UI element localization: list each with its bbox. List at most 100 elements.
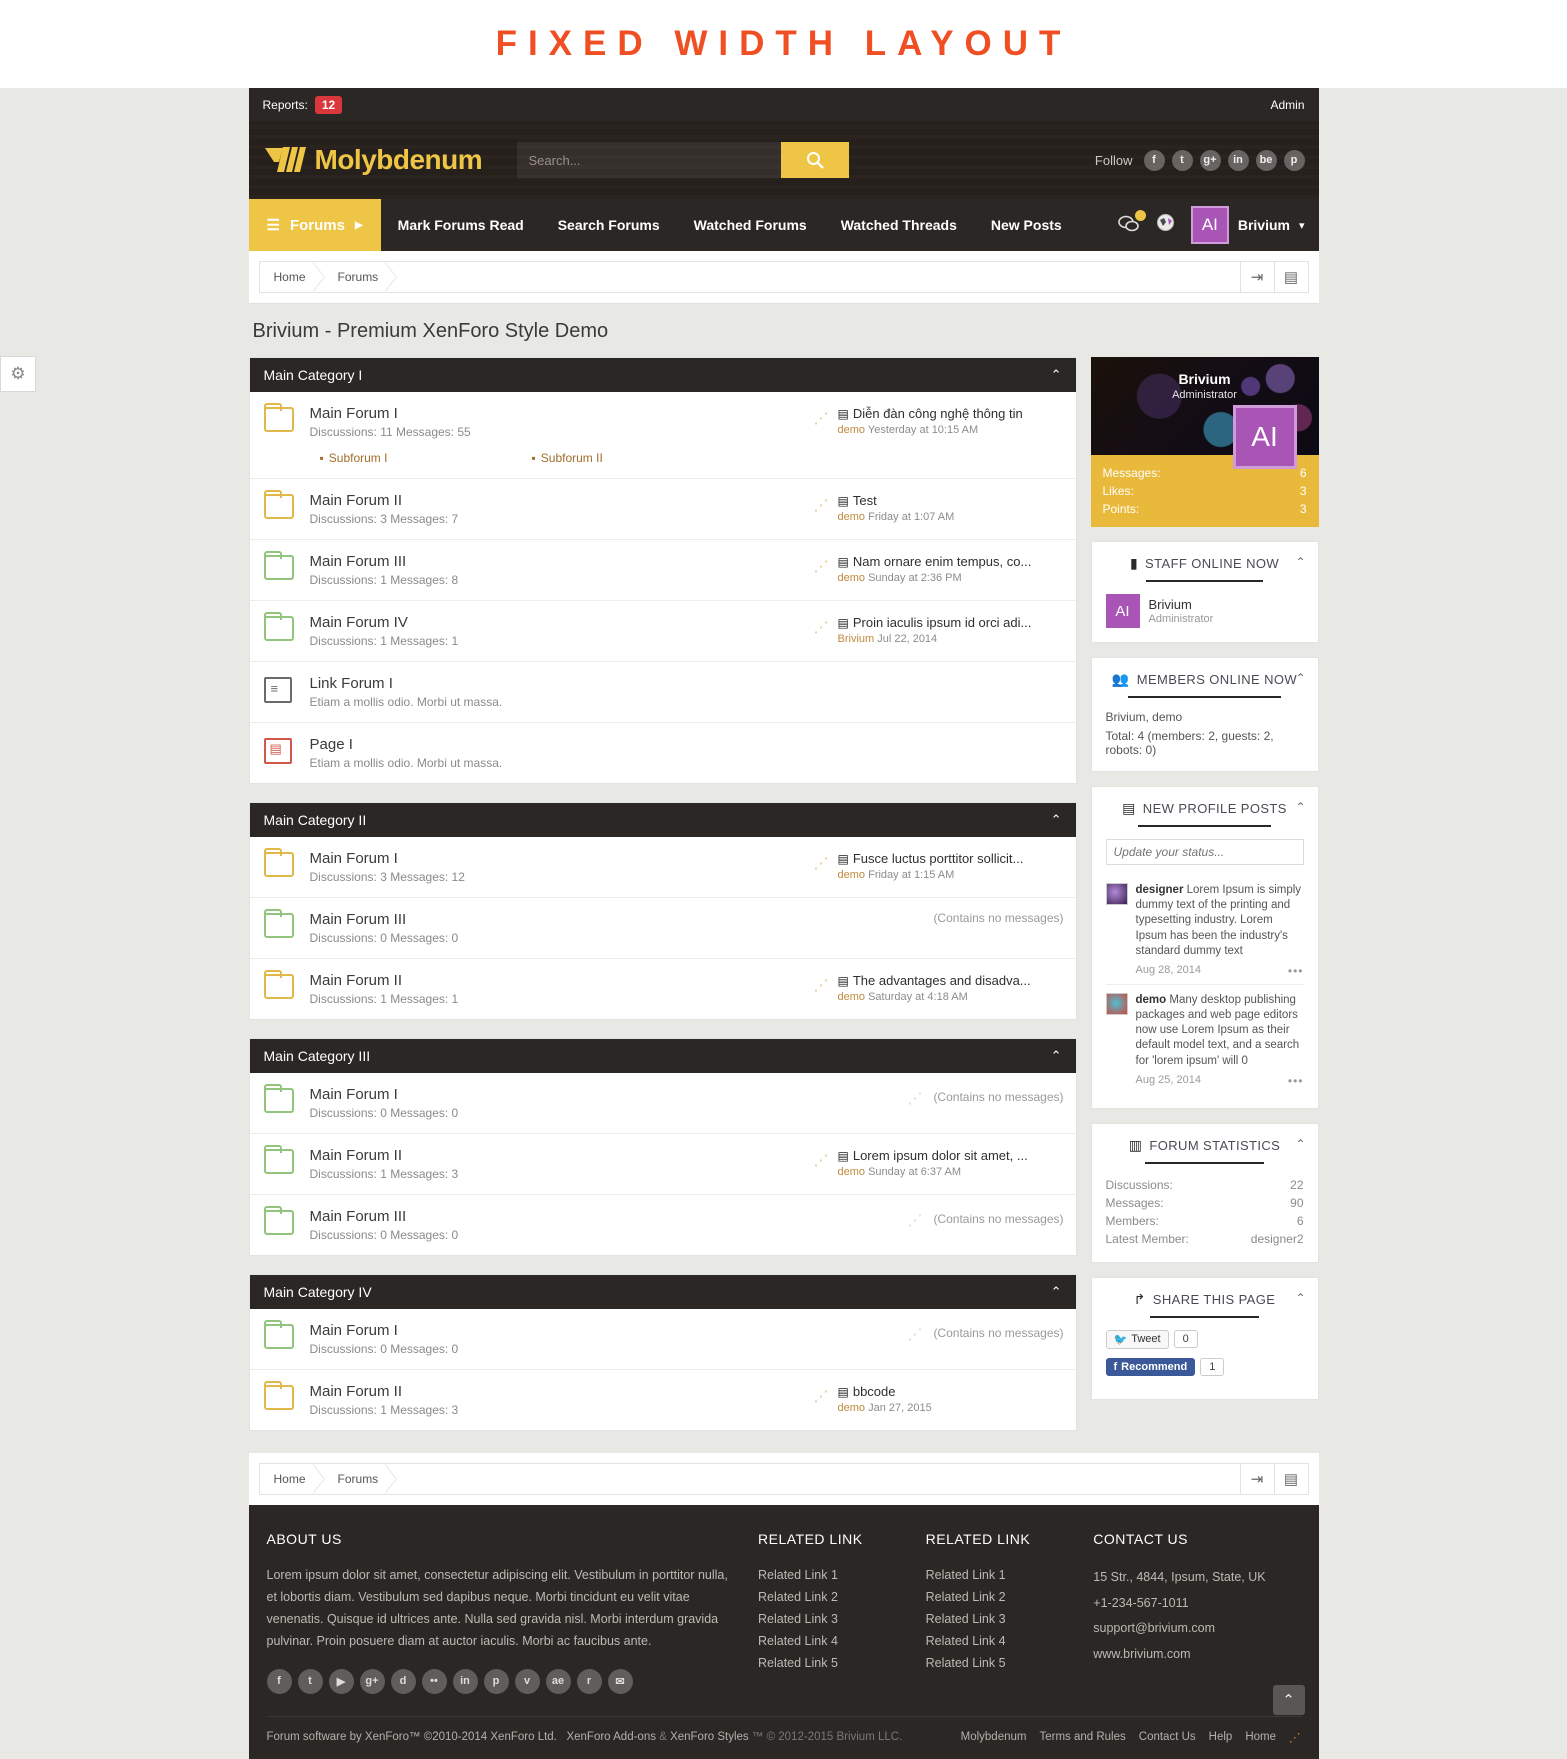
profile-post-author[interactable]: designer: [1136, 884, 1184, 896]
breadcrumb-item-home[interactable]: Home: [260, 262, 325, 292]
behance-icon[interactable]: ae: [545, 1668, 571, 1694]
forum-title[interactable]: Main Forum III: [310, 911, 814, 928]
rss-icon[interactable]: ⋰: [907, 1211, 923, 1229]
forum-row[interactable]: Main Forum II Discussions: 1 Messages: 3…: [250, 1370, 1076, 1430]
flickr-icon[interactable]: ••: [421, 1668, 447, 1694]
members-online-names[interactable]: Brivium, demo: [1106, 710, 1304, 724]
chevron-up-icon[interactable]: ⌃: [1295, 1137, 1305, 1151]
forum-title[interactable]: Main Forum I: [310, 850, 814, 867]
last-post-title[interactable]: ▤ bbcode: [838, 1384, 1066, 1399]
rss-icon[interactable]: ⋰: [814, 976, 830, 994]
legal-link-home[interactable]: Home: [1245, 1731, 1276, 1743]
admin-link[interactable]: Admin: [1270, 98, 1304, 112]
facebook-icon[interactable]: f: [1143, 149, 1165, 171]
footer-link[interactable]: Related Link 1: [926, 1565, 1094, 1587]
forum-row[interactable]: Main Forum II Discussions: 1 Messages: 1…: [250, 959, 1076, 1019]
footer-link[interactable]: Related Link 3: [758, 1609, 926, 1631]
vimeo-icon[interactable]: v: [514, 1668, 540, 1694]
staff-name[interactable]: Brivium: [1149, 597, 1214, 612]
pinterest-icon[interactable]: p: [483, 1668, 509, 1694]
rss-icon[interactable]: ⋰: [814, 618, 830, 636]
forum-row[interactable]: Main Forum II Discussions: 3 Messages: 7…: [249, 479, 1076, 540]
legal-styles-link[interactable]: XenForo Styles: [670, 1731, 749, 1743]
twitter-icon[interactable]: t: [1171, 149, 1193, 171]
forum-title[interactable]: Main Forum II: [310, 972, 814, 989]
last-post-title[interactable]: ▤ Nam ornare enim tempus, co...: [838, 554, 1066, 569]
footer-link[interactable]: Related Link 5: [926, 1653, 1094, 1675]
forum-row[interactable]: Main Forum I Discussions: 11 Messages: 5…: [249, 392, 1076, 479]
forum-row[interactable]: Main Forum I Discussions: 3 Messages: 12…: [249, 837, 1076, 898]
breadcrumb-item-forums[interactable]: Forums: [324, 1464, 397, 1494]
nav-item-search-forums[interactable]: Search Forums: [541, 199, 677, 251]
rss-icon[interactable]: ⋰: [814, 557, 830, 575]
forum-title[interactable]: Main Forum III: [310, 1208, 814, 1225]
tweet-button[interactable]: 🐦 Tweet: [1105, 1329, 1169, 1349]
legal-addons-link[interactable]: XenForo Add-ons: [566, 1731, 656, 1743]
conversations-icon[interactable]: [1118, 209, 1146, 237]
chevron-up-icon[interactable]: ⌃: [1295, 1291, 1305, 1305]
forum-row[interactable]: Main Forum I Discussions: 0 Messages: 0 …: [249, 1309, 1076, 1370]
list-view-icon[interactable]: ▤: [1273, 262, 1308, 292]
category-header[interactable]: Main Category II ⌃: [249, 803, 1076, 837]
avatar[interactable]: AI: [1232, 405, 1297, 469]
dribbble-icon[interactable]: d: [390, 1668, 416, 1694]
pinterest-icon[interactable]: p: [1283, 149, 1305, 171]
list-item[interactable]: AI Brivium Administrator: [1105, 594, 1304, 628]
last-post-title[interactable]: ▤ Proin iaculis ipsum id orci adi...: [838, 615, 1066, 630]
last-post-title[interactable]: ▤ Test: [838, 493, 1066, 508]
last-post-title[interactable]: ▤ Diễn đàn công nghệ thông tin: [838, 406, 1066, 421]
status-input[interactable]: [1105, 839, 1304, 865]
chevron-up-icon[interactable]: ⌃: [1051, 812, 1062, 828]
alerts-globe-icon[interactable]: [1156, 213, 1175, 237]
breadcrumb-item-home[interactable]: Home: [260, 1464, 325, 1494]
forum-title[interactable]: Main Forum III: [310, 553, 814, 570]
facebook-icon[interactable]: f: [266, 1668, 292, 1694]
linkedin-icon[interactable]: in: [1227, 149, 1249, 171]
category-header[interactable]: Main Category IV ⌃: [249, 1275, 1076, 1309]
category-header[interactable]: Main Category I ⌃: [249, 358, 1076, 392]
search-button[interactable]: [780, 142, 849, 178]
subforum-item[interactable]: ▪ Subforum II: [532, 451, 744, 465]
footer-link[interactable]: Related Link 3: [926, 1609, 1094, 1631]
nav-item-forums[interactable]: ☰ Forums ▶: [248, 199, 381, 251]
footer-link[interactable]: Related Link 4: [758, 1631, 926, 1653]
more-options-icon[interactable]: •••: [1288, 964, 1304, 978]
legal-link-molybdenum[interactable]: Molybdenum: [961, 1731, 1027, 1743]
last-post-title[interactable]: ▤ Fusce luctus porttitor sollicit...: [838, 851, 1066, 866]
footer-link[interactable]: Related Link 4: [926, 1631, 1094, 1653]
rss-icon[interactable]: ⋰: [907, 1325, 923, 1343]
legal-link-terms[interactable]: Terms and Rules: [1039, 1731, 1125, 1743]
forum-row[interactable]: Main Forum III Discussions: 0 Messages: …: [249, 898, 1076, 959]
avatar[interactable]: [1105, 883, 1128, 905]
contact-email[interactable]: support@brivium.com: [1093, 1616, 1300, 1642]
forum-row[interactable]: Main Forum II Discussions: 1 Messages: 3…: [249, 1134, 1076, 1195]
footer-link[interactable]: Related Link 1: [758, 1565, 926, 1587]
forum-title[interactable]: Main Forum II: [310, 492, 814, 509]
search-form[interactable]: [516, 142, 849, 178]
site-logo[interactable]: Molybdenum: [263, 142, 517, 178]
forum-row[interactable]: Main Forum III Discussions: 1 Messages: …: [249, 540, 1076, 601]
email-icon[interactable]: ✉: [607, 1668, 633, 1694]
subforum-item[interactable]: ▪ Subforum I: [320, 451, 532, 465]
nav-item-mark-forums-read[interactable]: Mark Forums Read: [381, 199, 541, 251]
forum-row[interactable]: Main Forum III Discussions: 0 Messages: …: [250, 1195, 1076, 1255]
user-menu[interactable]: AI Brivium ▾: [1190, 206, 1305, 244]
stat-value[interactable]: designer2: [1251, 1232, 1304, 1246]
legal-link-help[interactable]: Help: [1209, 1731, 1233, 1743]
rss-icon[interactable]: ⋰: [814, 409, 830, 427]
search-input[interactable]: [516, 142, 781, 178]
contact-website[interactable]: www.brivium.com: [1093, 1642, 1300, 1668]
chevron-up-icon[interactable]: ⌃: [1295, 555, 1305, 569]
footer-link[interactable]: Related Link 5: [758, 1653, 926, 1675]
rss-icon[interactable]: ⋰: [814, 496, 830, 514]
googleplus-icon[interactable]: g+: [359, 1668, 385, 1694]
linkedin-icon[interactable]: in: [452, 1668, 478, 1694]
chevron-up-icon[interactable]: ⌃: [1051, 367, 1062, 383]
footer-link[interactable]: Related Link 2: [758, 1587, 926, 1609]
breadcrumb-item-forums[interactable]: Forums: [324, 262, 397, 292]
forum-title[interactable]: Main Forum I: [310, 405, 814, 422]
rss-icon[interactable]: ⋰: [814, 1387, 830, 1405]
jump-to-icon[interactable]: ⇥: [1239, 1464, 1274, 1494]
profile-post-author[interactable]: demo: [1136, 994, 1167, 1006]
forum-title[interactable]: Link Forum I: [310, 675, 814, 692]
